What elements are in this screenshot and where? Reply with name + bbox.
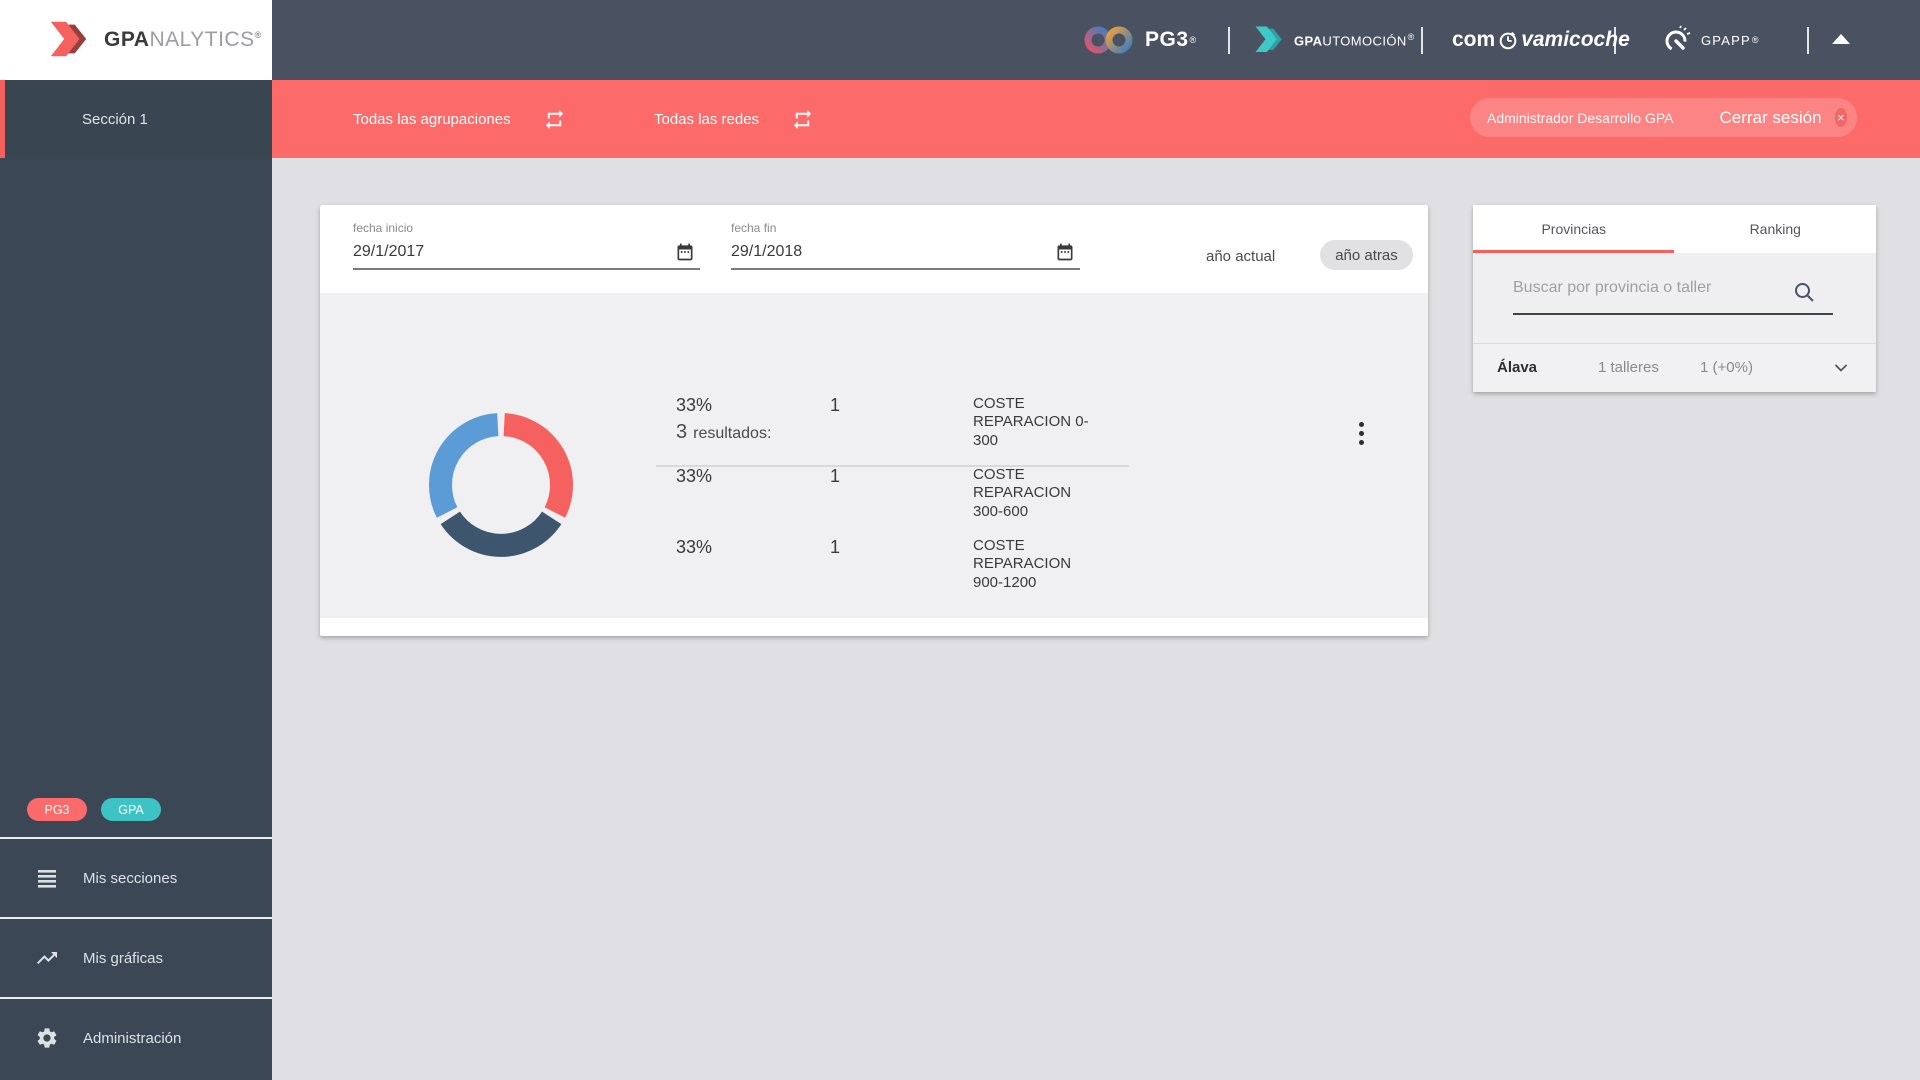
filter-bar: Todas las agrupaciones Todas las redes A… — [272, 80, 1920, 158]
gpanalytics-arrow-icon — [50, 21, 87, 57]
donut-segment-0[interactable] — [503, 413, 573, 518]
sidebar-item-mis-secciones[interactable]: Mis secciones — [0, 837, 272, 917]
sidebar: Sección 1 PG3 GPA Mis secciones Mis gráf… — [0, 80, 272, 1080]
ano-actual-button[interactable]: año actual — [1206, 248, 1275, 265]
row-percent: 33% — [676, 537, 713, 557]
collapse-header-button[interactable] — [1832, 34, 1850, 44]
header-divider — [1421, 27, 1423, 54]
gpanalytics-logo: GPANALYTICS® — [0, 0, 272, 80]
donut-chart[interactable] — [421, 405, 581, 565]
top-header: GPANALYTICS® PG3 ® GPAUTOMOCIÓN® com vam… — [0, 0, 1920, 80]
province-growth: 1 (+0%) — [1700, 359, 1753, 376]
filter-agrupaciones-button[interactable]: Todas las agrupaciones — [353, 80, 566, 158]
row-count: 1 — [830, 537, 841, 557]
row-percent: 33% — [676, 395, 713, 415]
gpapp-wrench-icon — [1665, 25, 1691, 52]
chart-card: fecha inicio 29/1/2017 fecha fin 29/1/20… — [320, 205, 1428, 636]
gpapp-logo: GPAPP ® — [1662, 0, 1758, 80]
row-percent: 33% — [676, 466, 713, 486]
swap-arrows-icon — [545, 109, 563, 129]
header-divider — [1807, 27, 1809, 54]
header-divider — [1614, 27, 1616, 54]
search-underline — [1513, 313, 1833, 315]
row-count: 1 — [830, 466, 841, 486]
ano-atras-button[interactable]: año atras — [1320, 240, 1413, 270]
sidebar-menu: Mis secciones Mis gráficas Administració… — [0, 837, 272, 1077]
pg3-logo: PG3 ® — [1082, 0, 1196, 80]
provinces-panel: Provincias Ranking Álava 1 talleres 1 (+… — [1473, 205, 1876, 392]
row-count: 1 — [830, 395, 841, 415]
fecha-fin-label: fecha fin — [731, 221, 777, 235]
row-label: COSTE REPARACION 900-1200 — [973, 537, 1072, 591]
badge-pg3[interactable]: PG3 — [27, 798, 87, 821]
gpanalytics-wordmark: GPANALYTICS® — [104, 28, 262, 51]
comprovamicoche-logo: com vamicoche — [1452, 28, 1630, 51]
logged-user-label: Administrador Desarrollo GPA — [1487, 109, 1674, 126]
filter-redes-button[interactable]: Todas las redes — [654, 80, 814, 158]
pg3-infinity-icon — [1084, 26, 1133, 54]
swap-arrows-icon — [793, 109, 812, 129]
tab-provincias[interactable]: Provincias — [1473, 205, 1675, 253]
search-section — [1473, 253, 1876, 343]
fecha-inicio-underline — [353, 268, 700, 270]
result-row: 33% 1 COSTE REPARACION 300-600 — [656, 466, 1131, 537]
fecha-fin-input[interactable]: 29/1/2018 — [731, 243, 802, 261]
header-divider — [1228, 27, 1230, 54]
donut-segment-2[interactable] — [429, 413, 499, 518]
sidebar-item-seccion-1[interactable]: Sección 1 — [0, 80, 272, 158]
calendar-icon[interactable] — [1055, 242, 1075, 262]
logout-button[interactable]: Cerrar sesión — [1719, 108, 1821, 128]
sidebar-active-label: Sección 1 — [82, 110, 148, 128]
app-root: GPANALYTICS® PG3 ® GPAUTOMOCIÓN® com vam… — [0, 0, 1920, 1080]
tab-ranking[interactable]: Ranking — [1675, 205, 1877, 253]
gpautomocion-arrow-icon — [1255, 26, 1282, 53]
fecha-fin-underline — [731, 268, 1080, 270]
card-menu-kebab-icon[interactable] — [1352, 415, 1370, 451]
row-label: COSTE REPARACION 300-600 — [973, 466, 1072, 520]
panel-tabs: Provincias Ranking — [1473, 205, 1876, 253]
chart-section: 3 resultados: 33% 1 COSTE REPARACION 0-30… — [320, 293, 1428, 618]
donut-segment-1[interactable] — [440, 511, 562, 557]
result-row: 33% 1 COSTE REPARACION 0-300 — [656, 395, 1131, 466]
fecha-inicio-label: fecha inicio — [353, 221, 414, 235]
search-input[interactable] — [1513, 273, 1793, 303]
sidebar-item-administracion[interactable]: Administración — [0, 997, 272, 1077]
user-session-chip: Administrador Desarrollo GPA Cerrar sesi… — [1470, 98, 1857, 137]
province-row-alava[interactable]: Álava 1 talleres 1 (+0%) — [1473, 343, 1876, 392]
result-row: 33% 1 COSTE REPARACION 900-1200 — [656, 537, 1131, 608]
trending-up-icon — [37, 952, 57, 964]
badge-gpa[interactable]: GPA — [101, 798, 161, 821]
province-name: Álava — [1497, 359, 1538, 376]
search-icon[interactable] — [1793, 281, 1817, 305]
province-talleres: 1 talleres — [1598, 359, 1659, 376]
fecha-inicio-input[interactable]: 29/1/2017 — [353, 243, 424, 261]
sidebar-item-mis-graficas[interactable]: Mis gráficas — [0, 917, 272, 997]
chevron-down-icon[interactable] — [1831, 358, 1851, 378]
row-label: COSTE REPARACION 0-300 — [973, 395, 1089, 449]
clock-icon — [1499, 31, 1517, 50]
calendar-icon[interactable] — [675, 242, 695, 262]
gpautomocion-logo: GPAUTOMOCIÓN® — [1252, 0, 1415, 80]
logout-close-icon[interactable]: × — [1834, 108, 1847, 127]
list-icon — [38, 870, 56, 888]
gear-icon — [37, 1028, 57, 1048]
sidebar-badges: PG3 GPA — [27, 798, 161, 821]
